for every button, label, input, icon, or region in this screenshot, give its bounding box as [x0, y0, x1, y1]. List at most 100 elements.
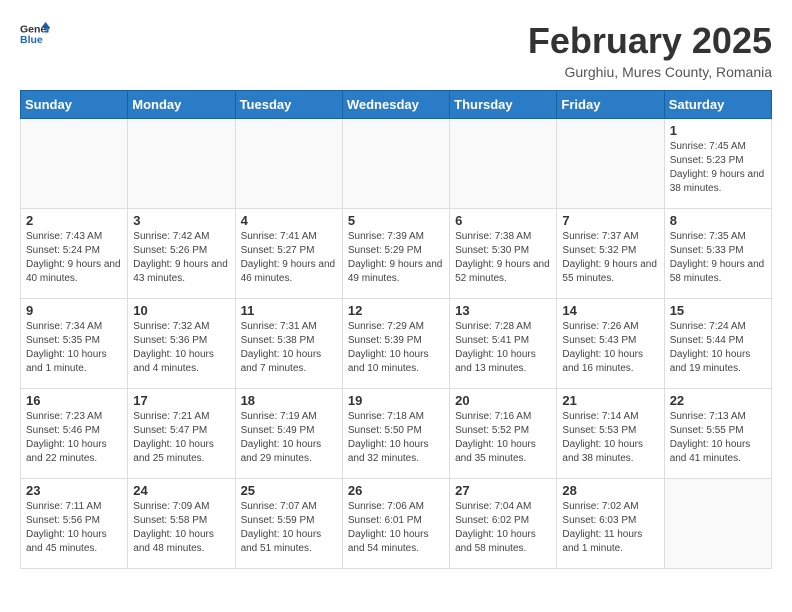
calendar-cell: 22Sunrise: 7:13 AM Sunset: 5:55 PM Dayli… — [664, 389, 771, 479]
day-info: Sunrise: 7:07 AM Sunset: 5:59 PM Dayligh… — [241, 500, 337, 556]
day-number: 23 — [26, 483, 122, 498]
col-header-saturday: Saturday — [664, 91, 771, 119]
day-info: Sunrise: 7:35 AM Sunset: 5:33 PM Dayligh… — [670, 230, 766, 286]
logo: General Blue — [20, 20, 50, 48]
day-info: Sunrise: 7:45 AM Sunset: 5:23 PM Dayligh… — [670, 140, 766, 196]
calendar-cell: 14 Sunrise: 7:26 AM Sunset: 5:43 PM Dayli… — [557, 299, 664, 389]
day-number: 21 — [562, 393, 658, 408]
calendar-cell: 20 Sunrise: 7:16 AM Sunset: 5:52 PM Dayli… — [450, 389, 557, 479]
day-info: Sunrise: 7:39 AM Sunset: 5:29 PM Dayligh… — [348, 230, 444, 286]
day-info: Sunrise: 7:02 AM Sunset: 6:03 PM Dayligh… — [562, 500, 658, 556]
calendar-cell: 24 Sunrise: 7:09 AM Sunset: 5:58 PM Dayli… — [128, 479, 235, 569]
calendar-table: SundayMondayTuesdayWednesdayThursdayFrid… — [20, 90, 772, 569]
day-info: Sunrise: 7:21 AM Sunset: 5:47 PM Dayligh… — [133, 410, 229, 466]
calendar-cell — [342, 119, 449, 209]
day-number: 8 — [670, 213, 766, 228]
day-number: 11 — [241, 303, 337, 318]
day-number: 9 — [26, 303, 122, 318]
col-header-monday: Monday — [128, 91, 235, 119]
day-number: 7 — [562, 213, 658, 228]
calendar-cell: 19 Sunrise: 7:18 AM Sunset: 5:50 PM Dayli… — [342, 389, 449, 479]
calendar-cell: 17 Sunrise: 7:21 AM Sunset: 5:47 PM Dayli… — [128, 389, 235, 479]
calendar-week-row: 9 Sunrise: 7:34 AM Sunset: 5:35 PM Daylig… — [21, 299, 772, 389]
col-header-friday: Friday — [557, 91, 664, 119]
calendar-cell: 25 Sunrise: 7:07 AM Sunset: 5:59 PM Dayli… — [235, 479, 342, 569]
calendar-cell: 23 Sunrise: 7:11 AM Sunset: 5:56 PM Dayli… — [21, 479, 128, 569]
day-info: Sunrise: 7:18 AM Sunset: 5:50 PM Dayligh… — [348, 410, 444, 466]
day-info: Sunrise: 7:06 AM Sunset: 6:01 PM Dayligh… — [348, 500, 444, 556]
calendar-cell: 21 Sunrise: 7:14 AM Sunset: 5:53 PM Dayli… — [557, 389, 664, 479]
calendar-week-row: 23 Sunrise: 7:11 AM Sunset: 5:56 PM Dayli… — [21, 479, 772, 569]
day-info: Sunrise: 7:04 AM Sunset: 6:02 PM Dayligh… — [455, 500, 551, 556]
calendar-cell: 15 Sunrise: 7:24 AM Sunset: 5:44 PM Dayli… — [664, 299, 771, 389]
day-info: Sunrise: 7:38 AM Sunset: 5:30 PM Dayligh… — [455, 230, 551, 286]
day-info: Sunrise: 7:14 AM Sunset: 5:53 PM Dayligh… — [562, 410, 658, 466]
calendar-cell: 4Sunrise: 7:41 AM Sunset: 5:27 PM Daylig… — [235, 209, 342, 299]
calendar-cell — [557, 119, 664, 209]
day-info: Sunrise: 7:41 AM Sunset: 5:27 PM Dayligh… — [241, 230, 337, 286]
page-header: General Blue February 2025 Gurghiu, Mure… — [20, 20, 772, 80]
col-header-thursday: Thursday — [450, 91, 557, 119]
day-info: Sunrise: 7:42 AM Sunset: 5:26 PM Dayligh… — [133, 230, 229, 286]
day-info: Sunrise: 7:26 AM Sunset: 5:43 PM Dayligh… — [562, 320, 658, 376]
day-info: Sunrise: 7:23 AM Sunset: 5:46 PM Dayligh… — [26, 410, 122, 466]
day-number: 2 — [26, 213, 122, 228]
calendar-cell — [450, 119, 557, 209]
calendar-cell: 18Sunrise: 7:19 AM Sunset: 5:49 PM Dayli… — [235, 389, 342, 479]
calendar-cell — [128, 119, 235, 209]
day-info: Sunrise: 7:34 AM Sunset: 5:35 PM Dayligh… — [26, 320, 122, 376]
calendar-cell — [235, 119, 342, 209]
day-number: 13 — [455, 303, 551, 318]
day-info: Sunrise: 7:28 AM Sunset: 5:41 PM Dayligh… — [455, 320, 551, 376]
day-number: 20 — [455, 393, 551, 408]
day-number: 16 — [26, 393, 122, 408]
col-header-sunday: Sunday — [21, 91, 128, 119]
day-info: Sunrise: 7:24 AM Sunset: 5:44 PM Dayligh… — [670, 320, 766, 376]
calendar-cell: 8 Sunrise: 7:35 AM Sunset: 5:33 PM Daylig… — [664, 209, 771, 299]
calendar-cell: 7 Sunrise: 7:37 AM Sunset: 5:32 PM Daylig… — [557, 209, 664, 299]
day-number: 3 — [133, 213, 229, 228]
day-number: 12 — [348, 303, 444, 318]
day-number: 24 — [133, 483, 229, 498]
day-info: Sunrise: 7:31 AM Sunset: 5:38 PM Dayligh… — [241, 320, 337, 376]
calendar-cell: 9 Sunrise: 7:34 AM Sunset: 5:35 PM Daylig… — [21, 299, 128, 389]
day-number: 15 — [670, 303, 766, 318]
location-subtitle: Gurghiu, Mures County, Romania — [528, 64, 772, 80]
day-number: 6 — [455, 213, 551, 228]
calendar-cell: 1Sunrise: 7:45 AM Sunset: 5:23 PM Daylig… — [664, 119, 771, 209]
calendar-cell: 12 Sunrise: 7:29 AM Sunset: 5:39 PM Dayli… — [342, 299, 449, 389]
day-number: 10 — [133, 303, 229, 318]
calendar-week-row: 1Sunrise: 7:45 AM Sunset: 5:23 PM Daylig… — [21, 119, 772, 209]
calendar-week-row: 2Sunrise: 7:43 AM Sunset: 5:24 PM Daylig… — [21, 209, 772, 299]
calendar-cell: 16 Sunrise: 7:23 AM Sunset: 5:46 PM Dayli… — [21, 389, 128, 479]
day-number: 25 — [241, 483, 337, 498]
day-info: Sunrise: 7:11 AM Sunset: 5:56 PM Dayligh… — [26, 500, 122, 556]
col-header-wednesday: Wednesday — [342, 91, 449, 119]
calendar-cell: 5 Sunrise: 7:39 AM Sunset: 5:29 PM Daylig… — [342, 209, 449, 299]
title-area: February 2025 Gurghiu, Mures County, Rom… — [528, 20, 772, 80]
day-number: 5 — [348, 213, 444, 228]
day-number: 17 — [133, 393, 229, 408]
calendar-cell: 10Sunrise: 7:32 AM Sunset: 5:36 PM Dayli… — [128, 299, 235, 389]
calendar-cell: 3 Sunrise: 7:42 AM Sunset: 5:26 PM Daylig… — [128, 209, 235, 299]
day-number: 26 — [348, 483, 444, 498]
calendar-header-row: SundayMondayTuesdayWednesdayThursdayFrid… — [21, 91, 772, 119]
day-number: 19 — [348, 393, 444, 408]
svg-text:Blue: Blue — [20, 34, 43, 46]
day-info: Sunrise: 7:09 AM Sunset: 5:58 PM Dayligh… — [133, 500, 229, 556]
col-header-tuesday: Tuesday — [235, 91, 342, 119]
month-year-title: February 2025 — [528, 20, 772, 62]
calendar-cell: 27Sunrise: 7:04 AM Sunset: 6:02 PM Dayli… — [450, 479, 557, 569]
day-number: 18 — [241, 393, 337, 408]
day-info: Sunrise: 7:29 AM Sunset: 5:39 PM Dayligh… — [348, 320, 444, 376]
day-number: 14 — [562, 303, 658, 318]
calendar-cell: 26 Sunrise: 7:06 AM Sunset: 6:01 PM Dayli… — [342, 479, 449, 569]
calendar-cell: 28Sunrise: 7:02 AM Sunset: 6:03 PM Dayli… — [557, 479, 664, 569]
day-info: Sunrise: 7:16 AM Sunset: 5:52 PM Dayligh… — [455, 410, 551, 466]
calendar-cell: 11 Sunrise: 7:31 AM Sunset: 5:38 PM Dayli… — [235, 299, 342, 389]
logo-icon: General Blue — [20, 20, 50, 48]
day-info: Sunrise: 7:37 AM Sunset: 5:32 PM Dayligh… — [562, 230, 658, 286]
calendar-cell — [664, 479, 771, 569]
day-number: 22 — [670, 393, 766, 408]
calendar-cell: 13 Sunrise: 7:28 AM Sunset: 5:41 PM Dayli… — [450, 299, 557, 389]
